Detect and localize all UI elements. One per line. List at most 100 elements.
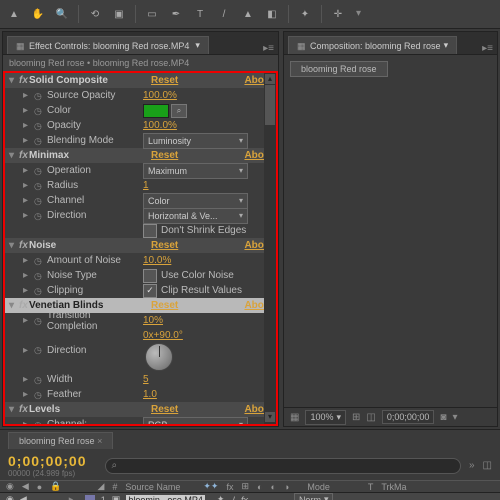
panel-menu-icon[interactable]: ▸≡ [263, 43, 274, 54]
twirl-icon[interactable]: ▸ [23, 165, 31, 176]
audio-column-icon[interactable]: ◀ [22, 481, 29, 492]
scroll-down-icon[interactable]: ▾ [265, 412, 275, 422]
twirl-icon[interactable]: ▸ [23, 255, 31, 266]
twirl-down-icon[interactable]: ▾ [9, 240, 19, 251]
selection-tool-icon[interactable]: ▲ [6, 6, 22, 22]
chevron-icon[interactable]: » [469, 460, 475, 471]
twirl-icon[interactable]: ▸ [23, 210, 31, 221]
stopwatch-icon[interactable] [34, 196, 44, 206]
twirl-icon[interactable]: ▸ [23, 315, 31, 326]
stamp-tool-icon[interactable]: ▲ [240, 6, 256, 22]
property-value[interactable]: 100.0% [143, 120, 272, 131]
reset-link[interactable]: Reset [151, 404, 178, 415]
reset-link[interactable]: Reset [151, 240, 178, 251]
twirl-icon[interactable]: ▸ [23, 135, 31, 146]
stopwatch-icon[interactable] [34, 166, 44, 176]
property-value[interactable]: 1.0 [143, 389, 272, 400]
stopwatch-icon[interactable] [34, 390, 44, 400]
effect-header[interactable]: ▾fxNoiseResetAbou [5, 238, 276, 253]
twirl-down-icon[interactable]: ▾ [9, 404, 19, 415]
stopwatch-icon[interactable] [34, 316, 44, 326]
property-value[interactable]: 5 [143, 374, 272, 385]
twirl-icon[interactable]: ▸ [23, 120, 31, 131]
angle-dial[interactable] [145, 343, 173, 371]
eye-icon[interactable]: ◉ [6, 494, 14, 500]
checkbox[interactable] [143, 269, 157, 283]
pin-tool-icon[interactable]: ✦ [297, 6, 313, 22]
audio-icon[interactable]: ◀ [20, 494, 27, 500]
layer-row[interactable]: ◉ ◀ ▸ 1 ▣ bloomin...ose.MP4 ✦ /fx Norm▾ [0, 493, 500, 500]
twirl-icon[interactable]: ▸ [23, 90, 31, 101]
zoom-tool-icon[interactable]: 🔍 [54, 6, 70, 22]
stopwatch-icon[interactable] [34, 136, 44, 146]
stopwatch-icon[interactable] [34, 286, 44, 296]
twirl-icon[interactable]: ▸ [23, 389, 31, 400]
reset-link[interactable]: Reset [151, 75, 178, 86]
rotate-tool-icon[interactable]: ⟲ [87, 6, 103, 22]
snapshot-icon[interactable]: ◙ [440, 412, 446, 423]
stopwatch-icon[interactable] [34, 375, 44, 385]
type-tool-icon[interactable]: T [192, 6, 208, 22]
stopwatch-icon[interactable] [34, 181, 44, 191]
search-input[interactable]: ⌕ [105, 458, 461, 474]
stopwatch-icon[interactable] [34, 345, 44, 355]
eye-column-icon[interactable]: ◉ [6, 481, 14, 492]
property-value[interactable]: 10% [143, 315, 272, 326]
camera-tool-icon[interactable]: ▣ [111, 6, 127, 22]
effect-header[interactable]: ▾fxMinimaxResetAbou [5, 148, 276, 163]
stopwatch-icon[interactable] [34, 211, 44, 221]
twirl-down-icon[interactable]: ▾ [9, 150, 19, 161]
stopwatch-icon[interactable] [34, 256, 44, 266]
checkbox[interactable] [143, 224, 157, 238]
current-time[interactable]: 0;00;00;00 [382, 410, 435, 424]
twirl-icon[interactable]: ▸ [23, 285, 31, 296]
reset-link[interactable]: Reset [151, 300, 178, 311]
property-value[interactable]: 0x+90.0° [143, 330, 183, 341]
property-dropdown[interactable]: Maximum [143, 163, 248, 179]
stopwatch-icon[interactable] [34, 121, 44, 131]
axis-tool-icon[interactable]: ✛ [330, 6, 346, 22]
graph-icon[interactable]: ◫ [483, 460, 492, 471]
brush-tool-icon[interactable]: / [216, 6, 232, 22]
effect-controls-tab[interactable]: ▦ Effect Controls: blooming Red rose.MP4… [7, 36, 209, 54]
property-dropdown[interactable]: Color [143, 193, 248, 209]
property-dropdown[interactable]: Horizontal & Ve... [143, 208, 248, 224]
zoom-level[interactable]: 100%▾ [305, 410, 346, 425]
stopwatch-icon[interactable] [34, 271, 44, 281]
twirl-down-icon[interactable]: ▾ [9, 75, 19, 86]
reset-link[interactable]: Reset [151, 150, 178, 161]
effect-header[interactable]: ▾fxLevelsResetAbou [5, 402, 276, 417]
chevron-down-icon[interactable]: ▾ [444, 40, 449, 51]
eyedropper-icon[interactable]: ⌕ [171, 104, 187, 118]
twirl-icon[interactable]: ▸ [23, 374, 31, 385]
twirl-icon[interactable]: ▸ [23, 419, 31, 426]
chevron-down-icon[interactable]: ▾ [452, 412, 457, 423]
pen-tool-icon[interactable]: ✒ [168, 6, 184, 22]
mask-icon[interactable]: ◫ [366, 412, 375, 423]
eraser-tool-icon[interactable]: ◧ [264, 6, 280, 22]
property-dropdown[interactable]: Luminosity [143, 133, 248, 149]
property-value[interactable]: 1 [143, 180, 272, 191]
color-value[interactable]: ⌕ [143, 104, 187, 118]
fx-icon[interactable]: fx [226, 482, 233, 492]
hand-tool-icon[interactable]: ✋ [30, 6, 46, 22]
scroll-up-icon[interactable]: ▴ [265, 74, 275, 84]
shy-icon[interactable]: ◢ [97, 481, 104, 492]
twirl-icon[interactable]: ▸ [23, 195, 31, 206]
panel-menu-icon[interactable]: ▸≡ [482, 43, 493, 54]
resolution-icon[interactable]: ⊞ [352, 412, 360, 423]
twirl-icon[interactable]: ▸ [23, 180, 31, 191]
chevron-down-icon[interactable]: ▾ [195, 40, 200, 51]
twirl-icon[interactable]: ▸ [23, 105, 31, 116]
twirl-icon[interactable]: ▸ [23, 345, 31, 356]
stopwatch-icon[interactable] [34, 420, 44, 427]
blend-mode-dropdown[interactable]: Norm▾ [294, 493, 334, 500]
rect-tool-icon[interactable]: ▭ [144, 6, 160, 22]
property-value[interactable]: 100.0% [143, 90, 272, 101]
effect-header[interactable]: ▾fxSolid CompositeResetAbou [5, 73, 276, 88]
timeline-tab[interactable]: blooming Red rose × [8, 432, 113, 449]
twirl-icon[interactable]: ▸ [69, 494, 79, 500]
twirl-icon[interactable]: ▸ [23, 270, 31, 281]
grid-icon[interactable]: ▦ [290, 412, 299, 423]
scroll-thumb[interactable] [265, 85, 275, 125]
